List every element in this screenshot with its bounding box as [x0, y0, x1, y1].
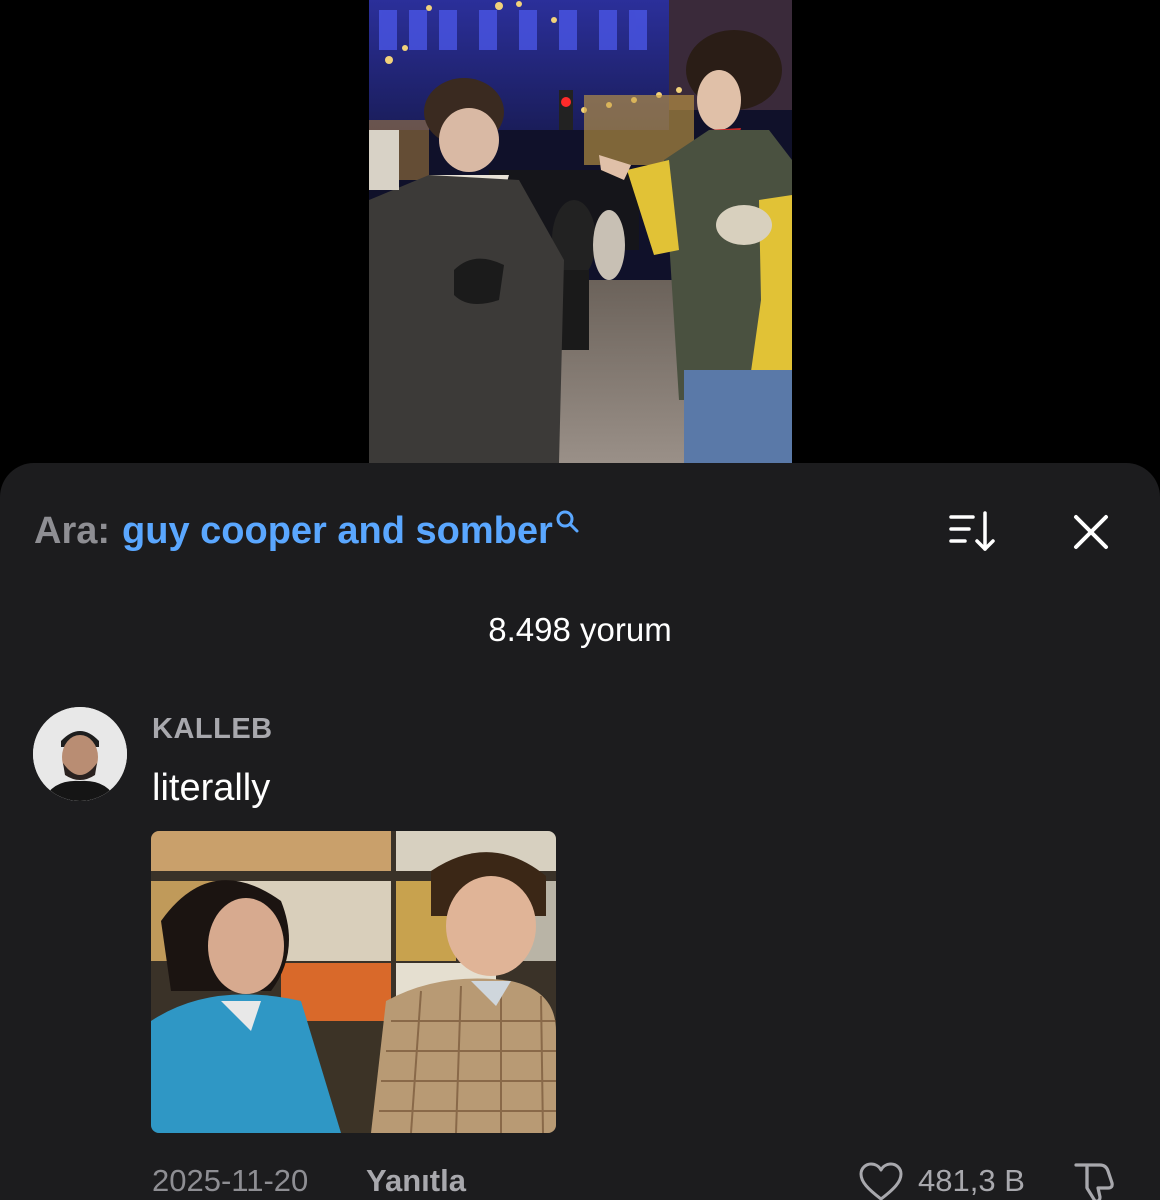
- avatar[interactable]: [33, 707, 127, 801]
- sort-icon: [949, 511, 995, 551]
- close-icon: [1074, 515, 1108, 549]
- reply-button[interactable]: Yanıtla: [366, 1163, 466, 1199]
- video-player[interactable]: [369, 0, 792, 463]
- comment-count: 8.498 yorum: [488, 611, 672, 648]
- screen: Ara: guy cooper and somber 8.498 yorum K…: [0, 0, 1160, 1200]
- comment-date: 2025-11-20: [152, 1163, 309, 1198]
- comment-username[interactable]: KALLEB: [152, 713, 273, 746]
- sort-button[interactable]: [944, 507, 1000, 555]
- comments-sheet: Ara: guy cooper and somber 8.498 yorum K…: [0, 463, 1160, 1200]
- avatar-image: [33, 707, 127, 801]
- search-suggestion[interactable]: Ara: guy cooper and somber: [34, 507, 581, 555]
- like-count: 481,3 B: [918, 1163, 1025, 1198]
- comment-meta: 2025-11-20 Yanıtla 481,3 B: [152, 1161, 1132, 1200]
- comment-attached-image[interactable]: [151, 831, 556, 1133]
- search-query-link[interactable]: guy cooper and somber: [122, 510, 553, 553]
- attached-image-content: [151, 831, 556, 1133]
- close-button[interactable]: [1064, 505, 1118, 559]
- search-icon: [556, 510, 579, 533]
- dislike-icon[interactable]: [1070, 1157, 1118, 1200]
- video-frame: [369, 0, 792, 463]
- heart-icon[interactable]: [858, 1161, 904, 1200]
- comment-text: literally: [152, 767, 271, 809]
- search-prefix: Ara:: [34, 509, 111, 552]
